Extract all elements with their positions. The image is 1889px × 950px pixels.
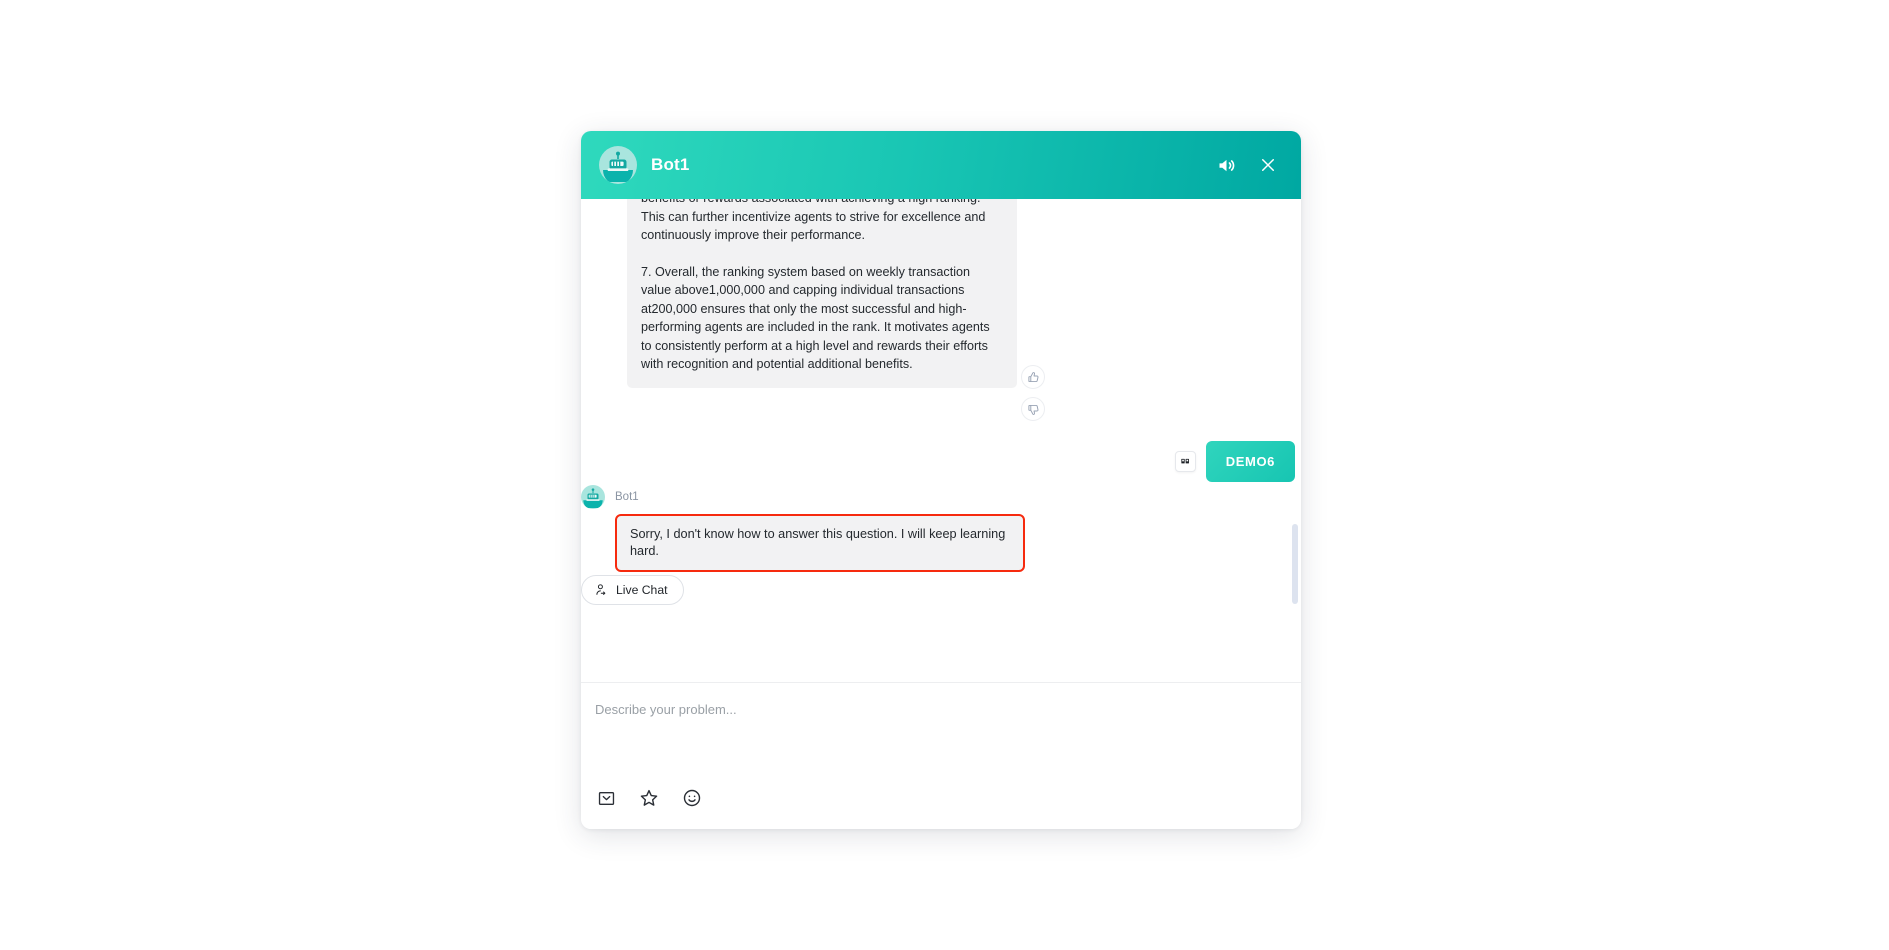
close-x-icon[interactable]	[1257, 154, 1279, 176]
bot-sender-name: Bot1	[615, 491, 639, 503]
chat-header: Bot1	[581, 131, 1301, 199]
quote-copy-icon[interactable]	[1174, 451, 1196, 472]
robot-avatar-icon	[599, 146, 637, 184]
bot-fallback-message-bubble: Sorry, I don't know how to answer this q…	[615, 514, 1025, 572]
person-transfer-icon	[594, 583, 608, 597]
robot-avatar-icon	[581, 485, 605, 509]
composer	[581, 682, 1301, 829]
live-chat-label: Live Chat	[616, 583, 668, 597]
live-chat-button[interactable]: Live Chat	[581, 575, 684, 605]
page-title: Bot1	[651, 155, 690, 174]
envelope-icon[interactable]	[595, 787, 617, 809]
live-chat-row: Live Chat	[581, 575, 684, 605]
message-list-inner: benefits or rewards associated with achi…	[581, 199, 1301, 682]
volume-speaker-icon[interactable]	[1215, 154, 1237, 176]
user-message-row: DEMO6	[1174, 441, 1295, 482]
chat-widget-panel: Bot1 This can further incentivize agents…	[581, 131, 1301, 829]
chat-header-identity: Bot1	[599, 146, 1215, 184]
bot-message-paragraph: benefits or rewards associated with achi…	[641, 199, 986, 242]
thumbs-down-icon[interactable]	[1021, 397, 1045, 421]
bot-reply-block: Bot1 Sorry, I don't know how to answer t…	[581, 485, 1301, 572]
message-scrollbar-track[interactable]	[1292, 199, 1298, 682]
composer-toolbar	[595, 787, 1281, 829]
bot-message-paragraph: 7. Overall, the ranking system based on …	[641, 264, 990, 372]
star-icon[interactable]	[638, 787, 660, 809]
message-scrollbar-thumb[interactable]	[1292, 524, 1298, 604]
thumbs-up-icon[interactable]	[1021, 365, 1045, 389]
screen-root: Bot1 This can further incentivize agents…	[0, 0, 1889, 950]
message-list[interactable]: benefits or rewards associated with achi…	[581, 199, 1301, 682]
user-message-bubble: DEMO6	[1205, 441, 1295, 482]
bot-message-bubble: benefits or rewards associated with achi…	[627, 199, 1017, 388]
message-feedback-group	[1021, 365, 1045, 421]
emoji-smiley-icon[interactable]	[681, 787, 703, 809]
chat-header-actions	[1215, 154, 1279, 176]
message-input[interactable]	[595, 701, 1281, 787]
bot-sender-row: Bot1	[581, 485, 1301, 509]
